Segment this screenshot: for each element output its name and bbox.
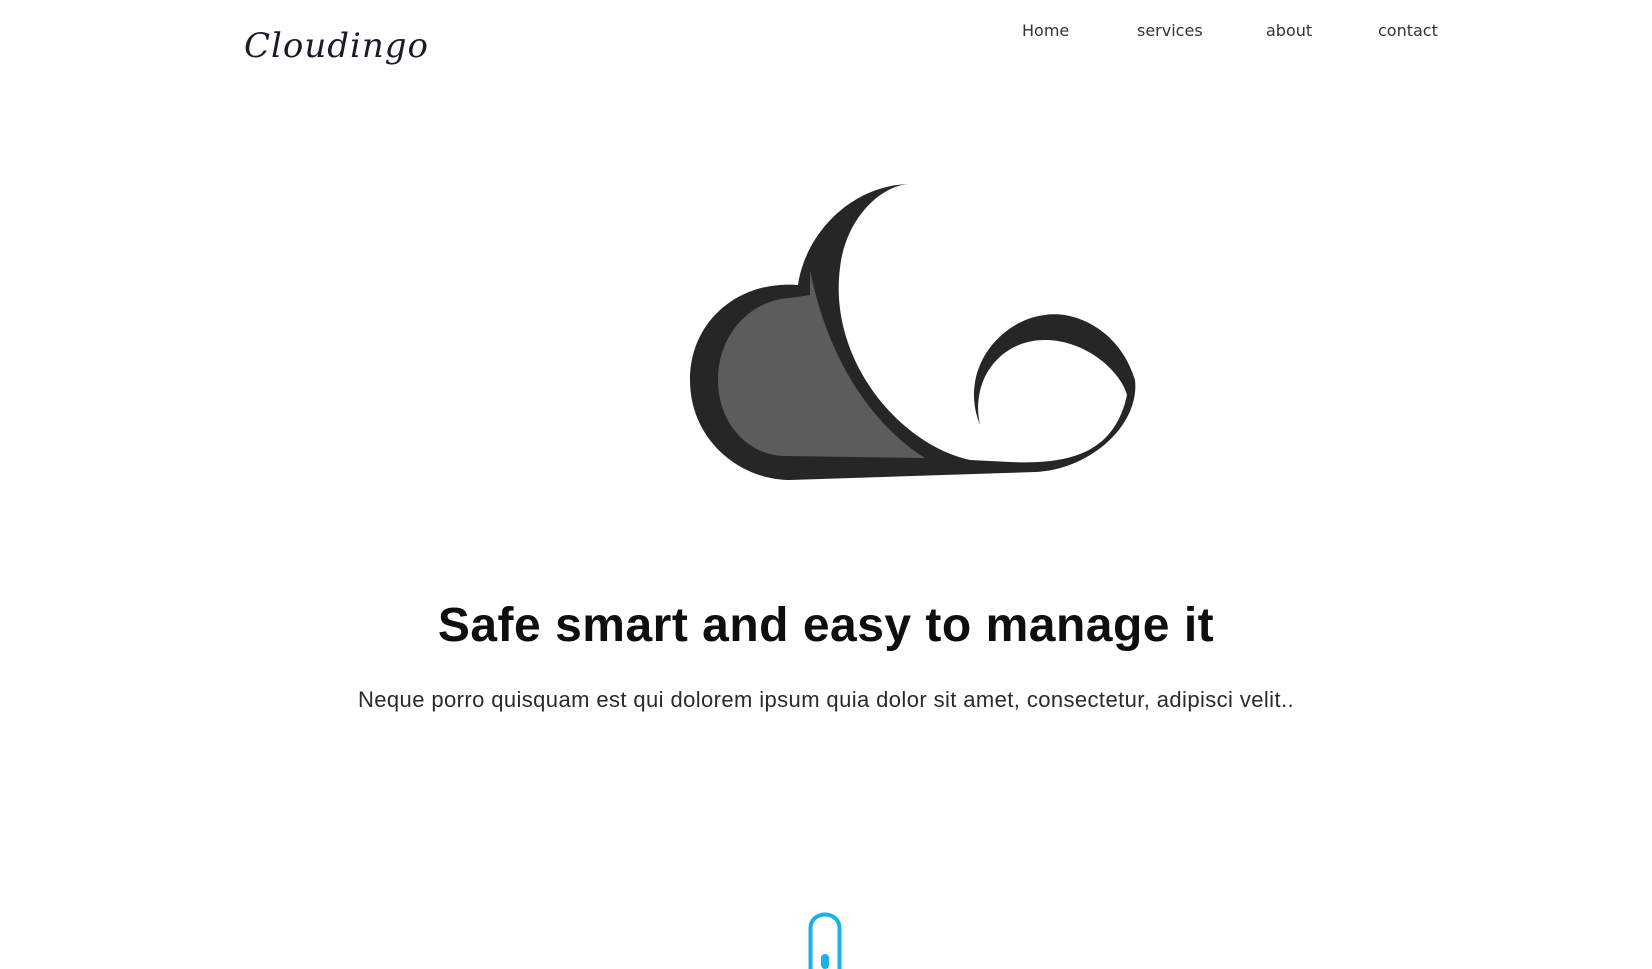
nav-services-link[interactable]: services (1137, 21, 1203, 40)
nav-contact-link[interactable]: contact (1378, 21, 1438, 40)
mouse-scroll-icon[interactable] (808, 912, 842, 969)
site-header: Cloudingo Home services about contact (0, 0, 1652, 90)
nav-home-link[interactable]: Home (1022, 21, 1069, 40)
hero-subtitle: Neque porro quisquam est qui dolorem ips… (358, 687, 1294, 712)
mouse-wheel (821, 954, 829, 969)
main-nav: Home services about contact (0, 21, 1652, 51)
hero-title: Safe smart and easy to manage it (437, 599, 1215, 652)
nav-about-link[interactable]: about (1266, 21, 1312, 40)
cloud-logo-icon (690, 184, 1136, 480)
